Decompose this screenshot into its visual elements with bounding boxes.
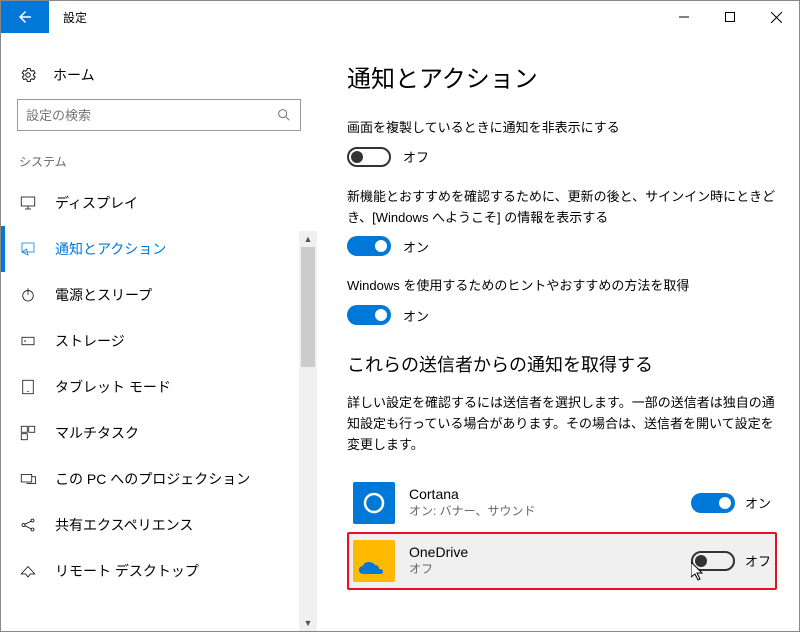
setting-welcome: 新機能とおすすめを確認するために、更新の後と、サインイン時にときどき、[Wind…: [347, 187, 777, 257]
sidebar-item-storage[interactable]: ストレージ: [1, 318, 317, 364]
arrow-left-icon: [16, 8, 34, 26]
tablet-icon: [19, 378, 37, 396]
sender-sub: オフ: [409, 560, 677, 577]
notifications-icon: [19, 240, 37, 258]
window-title: 設定: [49, 1, 101, 33]
sidebar: ホーム システム ディスプレイ 通知とアクション 電源とスリープ: [1, 33, 317, 631]
home-label: ホーム: [53, 65, 95, 85]
sidebar-item-label: タブレット モード: [55, 377, 171, 397]
toggle-welcome[interactable]: オン: [347, 236, 777, 256]
share-icon: [19, 516, 37, 534]
storage-icon: [19, 332, 37, 350]
cortana-icon: [353, 482, 395, 524]
setting-label: Windows を使用するためのヒントやおすすめの方法を取得: [347, 276, 777, 297]
scrollbar-thumb[interactable]: [301, 247, 315, 367]
sidebar-item-remote[interactable]: リモート デスクトップ: [1, 548, 317, 594]
sidebar-item-display[interactable]: ディスプレイ: [1, 180, 317, 226]
sidebar-item-label: 通知とアクション: [55, 239, 166, 259]
sidebar-item-label: ディスプレイ: [55, 193, 138, 213]
gear-icon: [19, 66, 37, 84]
remote-icon: [19, 562, 37, 580]
nav-list: ディスプレイ 通知とアクション 電源とスリープ ストレージ タブレット モード …: [1, 180, 317, 594]
maximize-icon: [725, 12, 735, 22]
sender-sub: オン: バナー、サウンド: [409, 502, 677, 519]
setting-tips: Windows を使用するためのヒントやおすすめの方法を取得 オン: [347, 276, 777, 325]
minimize-button[interactable]: [661, 1, 707, 33]
sidebar-item-label: リモート デスクトップ: [55, 561, 199, 581]
toggle-hide-duplicate[interactable]: オフ: [347, 147, 777, 167]
multitask-icon: [19, 424, 37, 442]
toggle-state-label: オフ: [403, 147, 429, 166]
search-input[interactable]: [17, 99, 301, 131]
cursor-icon: [691, 562, 707, 582]
setting-label: 新機能とおすすめを確認するために、更新の後と、サインイン時にときどき、[Wind…: [347, 187, 777, 229]
search-field[interactable]: [26, 108, 276, 123]
sidebar-scrollbar[interactable]: ▲ ▼: [299, 231, 317, 631]
close-button[interactable]: [753, 1, 799, 33]
sender-onedrive[interactable]: OneDrive オフ オフ: [347, 532, 777, 590]
onedrive-icon: [353, 540, 395, 582]
sidebar-item-label: ストレージ: [55, 331, 125, 351]
back-button[interactable]: [1, 1, 49, 33]
toggle-state-label: オフ: [745, 551, 771, 570]
setting-hide-on-duplicate: 画面を複製しているときに通知を非表示にする オフ: [347, 118, 777, 167]
sender-name: Cortana: [409, 486, 677, 502]
scroll-down-icon: ▼: [299, 615, 317, 631]
home-link[interactable]: ホーム: [1, 59, 317, 99]
sidebar-item-projection[interactable]: この PC へのプロジェクション: [1, 456, 317, 502]
sender-name: OneDrive: [409, 544, 677, 560]
sidebar-item-tablet[interactable]: タブレット モード: [1, 364, 317, 410]
sidebar-item-label: この PC へのプロジェクション: [55, 469, 250, 489]
minimize-icon: [679, 12, 689, 22]
sidebar-item-label: 電源とスリープ: [55, 285, 152, 305]
display-icon: [19, 194, 37, 212]
page-title: 通知とアクション: [347, 59, 777, 94]
setting-label: 画面を複製しているときに通知を非表示にする: [347, 118, 777, 139]
power-icon: [19, 286, 37, 304]
titlebar: 設定: [1, 1, 799, 33]
sidebar-item-power[interactable]: 電源とスリープ: [1, 272, 317, 318]
senders-heading: これらの送信者からの通知を取得する: [347, 351, 777, 377]
toggle-switch[interactable]: [347, 305, 391, 325]
window-controls: [661, 1, 799, 33]
toggle-state-label: オン: [403, 306, 429, 325]
sender-cortana[interactable]: Cortana オン: バナー、サウンド オン: [347, 474, 777, 532]
sidebar-item-multitask[interactable]: マルチタスク: [1, 410, 317, 456]
search-icon: [276, 107, 292, 123]
category-label: システム: [1, 151, 317, 180]
main-panel: 通知とアクション 画面を複製しているときに通知を非表示にする オフ 新機能とおす…: [317, 33, 799, 631]
close-icon: [771, 12, 782, 23]
toggle-switch[interactable]: [691, 493, 735, 513]
projection-icon: [19, 470, 37, 488]
sidebar-item-notifications[interactable]: 通知とアクション: [1, 226, 317, 272]
toggle-tips[interactable]: オン: [347, 305, 777, 325]
toggle-state-label: オン: [403, 237, 429, 256]
maximize-button[interactable]: [707, 1, 753, 33]
toggle-switch[interactable]: [347, 147, 391, 167]
sidebar-item-label: 共有エクスペリエンス: [55, 515, 193, 535]
sidebar-item-shared[interactable]: 共有エクスペリエンス: [1, 502, 317, 548]
scroll-up-icon: ▲: [299, 231, 317, 247]
sender-toggle-cortana[interactable]: オン: [691, 493, 771, 513]
senders-description: 詳しい設定を確認するには送信者を選択します。一部の送信者は独自の通知設定も行って…: [347, 393, 777, 455]
sidebar-item-label: マルチタスク: [55, 423, 139, 443]
toggle-switch[interactable]: [347, 236, 391, 256]
toggle-state-label: オン: [745, 493, 771, 512]
